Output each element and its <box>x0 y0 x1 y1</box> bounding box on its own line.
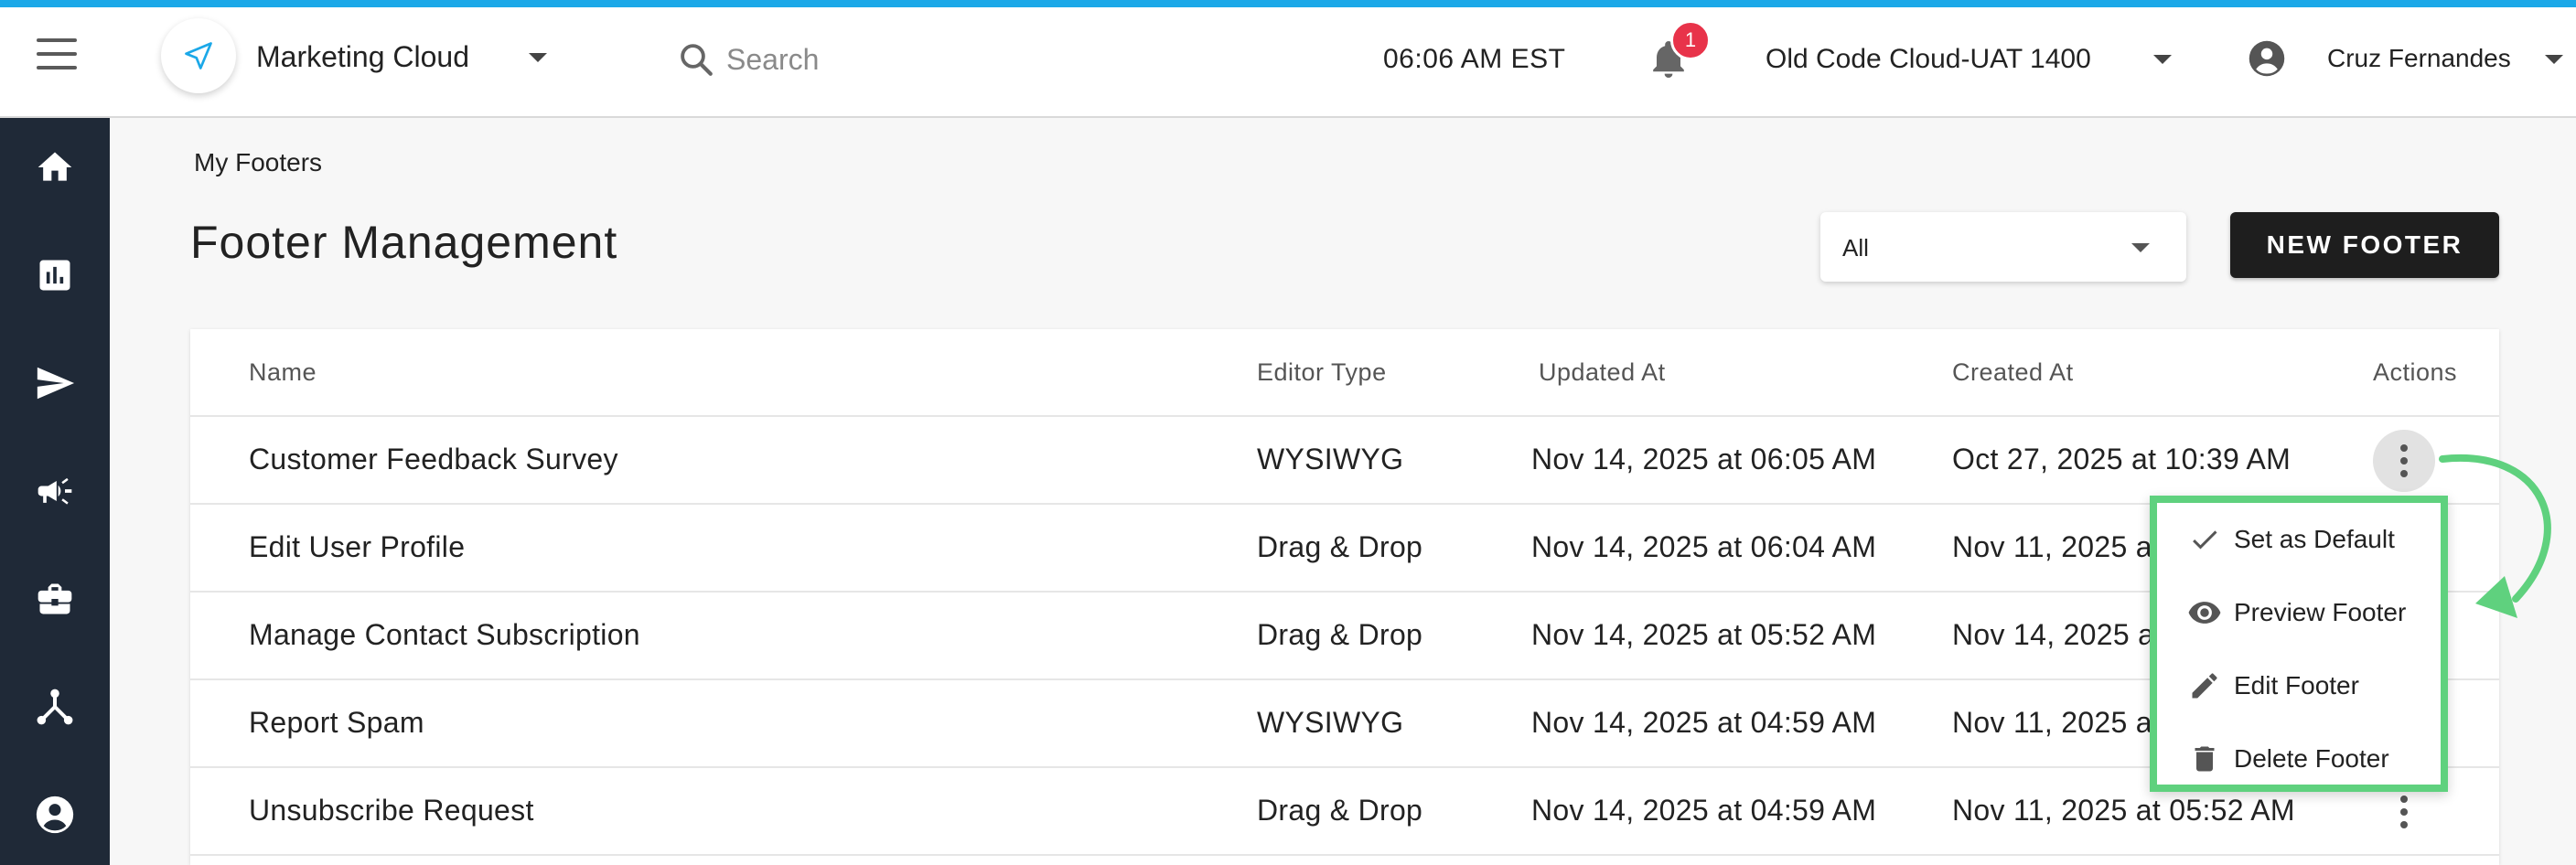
sidebar-item-analytics[interactable] <box>27 248 82 303</box>
trash-icon <box>2186 741 2223 777</box>
column-header-created-at[interactable]: Created At <box>1952 358 2074 387</box>
status-filter-select[interactable]: All <box>1820 212 2186 282</box>
table-row[interactable]: Customer Feedback Survey WYSIWYG Nov 14,… <box>190 417 2499 505</box>
column-header-actions: Actions <box>2373 358 2458 386</box>
search-box[interactable] <box>677 37 1006 82</box>
breadcrumb[interactable]: My Footers <box>194 148 322 177</box>
cell-created-at: Oct 27, 2025 at 10:39 AM <box>1952 443 2292 475</box>
menu-item-label: Preview Footer <box>2234 598 2407 626</box>
cell-created-at: Nov 11, 2025 at 05:52 AM <box>1952 794 2295 827</box>
sidebar-item-business[interactable] <box>27 571 82 626</box>
cell-editor-type: Drag & Drop <box>1257 618 1423 651</box>
notification-badge: 1 <box>1670 20 1711 60</box>
page-title: Footer Management <box>190 217 618 268</box>
sidebar-item-hierarchy[interactable] <box>27 679 82 734</box>
column-header-name[interactable]: Name <box>249 358 317 387</box>
menu-item-delete-footer[interactable]: Delete Footer <box>2157 722 2441 796</box>
cell-editor-type: WYSIWYG <box>1257 706 1404 739</box>
campaign-icon <box>38 477 72 505</box>
cell-created-at: Nov 14, 2025 a <box>1952 618 2155 651</box>
top-accent-bar <box>0 0 2576 7</box>
eye-icon <box>2186 594 2223 631</box>
menu-item-edit-footer[interactable]: Edit Footer <box>2157 649 2441 722</box>
chevron-down-icon[interactable] <box>2545 55 2563 64</box>
analytics-icon <box>39 260 70 291</box>
org-switcher-label[interactable]: Old Code Cloud-UAT 1400 <box>1766 44 2091 75</box>
menu-item-preview-footer[interactable]: Preview Footer <box>2157 576 2441 649</box>
menu-item-set-as-default[interactable]: Set as Default <box>2157 503 2441 576</box>
cell-updated-at: Nov 14, 2025 at 06:05 AM <box>1531 443 1877 475</box>
cell-created-at: Nov 11, 2025 a <box>1952 530 2152 563</box>
top-bar: Marketing Cloud 06:06 AM EST 1 Old Code … <box>0 7 2576 118</box>
cell-updated-at: Nov 14, 2025 at 04:59 AM <box>1531 794 1877 827</box>
briefcase-icon <box>38 583 72 614</box>
account-circle-icon[interactable] <box>2247 38 2287 79</box>
column-header-editor-type[interactable]: Editor Type <box>1257 358 1387 387</box>
new-footer-button[interactable]: NEW FOOTER <box>2230 212 2499 278</box>
cell-editor-type: WYSIWYG <box>1257 443 1404 475</box>
cell-name: Unsubscribe Request <box>249 794 534 827</box>
sidebar <box>0 118 110 865</box>
menu-item-label: Edit Footer <box>2234 671 2359 699</box>
account-icon <box>36 796 74 834</box>
hierarchy-icon <box>37 689 73 725</box>
cell-editor-type: Drag & Drop <box>1257 794 1423 827</box>
cell-name: Customer Feedback Survey <box>249 443 618 475</box>
menu-icon[interactable] <box>37 38 77 69</box>
cell-updated-at: Nov 14, 2025 at 04:59 AM <box>1531 706 1877 739</box>
menu-item-label: Set as Default <box>2234 525 2395 553</box>
filter-selected-value: All <box>1842 234 1869 262</box>
sidebar-item-account[interactable] <box>27 787 82 842</box>
annotation-arrow <box>2439 454 2551 618</box>
sidebar-item-campaigns[interactable] <box>27 464 82 518</box>
search-input[interactable] <box>726 42 1001 77</box>
menu-item-label: Delete Footer <box>2234 744 2389 773</box>
cell-name: Edit User Profile <box>249 530 466 563</box>
sidebar-item-send[interactable] <box>27 356 82 411</box>
column-header-updated-at[interactable]: Updated At <box>1539 358 1666 387</box>
cell-name: Report Spam <box>249 706 424 739</box>
cell-editor-type: Drag & Drop <box>1257 530 1423 563</box>
row-actions-button[interactable] <box>2373 430 2435 492</box>
cell-name: Manage Contact Subscription <box>249 618 640 651</box>
navigation-arrow-icon <box>185 42 212 69</box>
send-icon <box>37 367 75 400</box>
chevron-down-icon[interactable] <box>529 53 547 62</box>
sidebar-item-home[interactable] <box>27 140 82 195</box>
current-time: 06:06 AM EST <box>1383 44 1566 74</box>
cell-created-at: Nov 11, 2025 a <box>1952 706 2152 739</box>
cell-updated-at: Nov 14, 2025 at 05:52 AM <box>1531 618 1877 651</box>
check-icon <box>2186 521 2223 558</box>
cell-updated-at: Nov 14, 2025 at 06:04 AM <box>1531 530 1877 563</box>
user-name[interactable]: Cruz Fernandes <box>2327 44 2511 73</box>
app-switcher-label[interactable]: Marketing Cloud <box>256 40 469 74</box>
chevron-down-icon[interactable] <box>2153 55 2172 64</box>
search-icon <box>681 44 713 76</box>
brand-logo[interactable] <box>161 18 236 93</box>
home-icon <box>38 152 72 181</box>
chevron-down-icon <box>2131 243 2150 252</box>
row-actions-menu: Set as Default Preview Footer Edit Foote… <box>2150 496 2448 792</box>
pencil-icon <box>2186 667 2223 704</box>
